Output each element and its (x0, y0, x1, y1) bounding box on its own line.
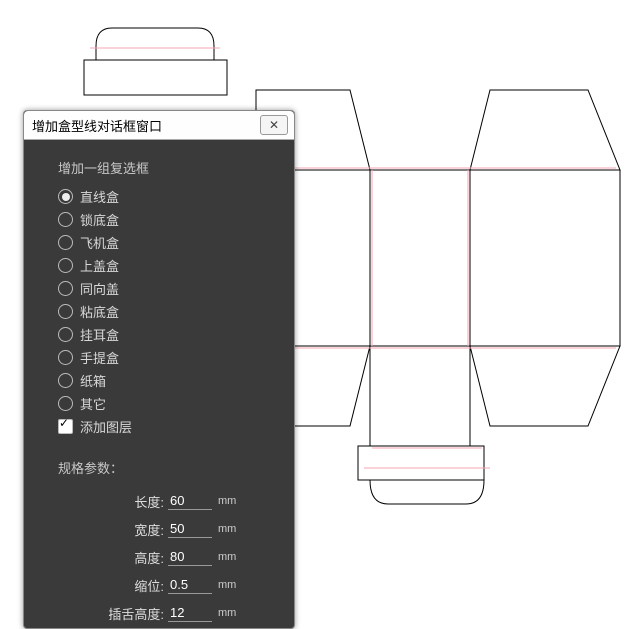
option-label: 飞机盒 (80, 233, 119, 252)
option-label: 锁底盒 (80, 210, 119, 229)
param-input[interactable] (168, 492, 212, 510)
param-row: 宽度: mm (58, 515, 276, 543)
param-input[interactable] (168, 604, 212, 622)
options-list: 直线盒锁底盒飞机盒上盖盒同向盖粘底盒挂耳盒手提盒纸箱其它添加图层 (58, 185, 276, 438)
param-unit: mm (218, 551, 236, 563)
option-label: 直线盒 (80, 187, 119, 206)
close-button[interactable]: ✕ (260, 115, 288, 135)
param-row: 插舌高度: mm (58, 599, 276, 627)
param-label: 长度: (134, 492, 164, 511)
param-input[interactable] (168, 548, 212, 566)
dialog-body: 增加一组复选框 直线盒锁底盒飞机盒上盖盒同向盖粘底盒挂耳盒手提盒纸箱其它添加图层… (24, 140, 294, 628)
param-row: 高度: mm (58, 543, 276, 571)
dialog-title: 增加盒型线对话框窗口 (32, 116, 162, 135)
option-radio[interactable]: 挂耳盒 (58, 323, 276, 346)
radio-icon (58, 304, 73, 319)
radio-icon (58, 350, 73, 365)
param-label: 缩位: (134, 576, 164, 595)
radio-icon (58, 327, 73, 342)
radio-icon (58, 373, 73, 388)
option-radio[interactable]: 同向盖 (58, 277, 276, 300)
close-icon: ✕ (269, 118, 279, 132)
param-label: 宽度: (134, 520, 164, 539)
dialog-titlebar[interactable]: 增加盒型线对话框窗口 ✕ (24, 111, 294, 140)
radio-icon (58, 258, 73, 273)
add-box-dialog: 增加盒型线对话框窗口 ✕ 增加一组复选框 直线盒锁底盒飞机盒上盖盒同向盖粘底盒挂… (23, 110, 295, 629)
option-radio[interactable]: 锁底盒 (58, 208, 276, 231)
option-radio[interactable]: 纸箱 (58, 369, 276, 392)
option-label: 添加图层 (80, 417, 132, 436)
option-checkbox[interactable]: 添加图层 (58, 415, 276, 438)
param-unit: mm (218, 523, 236, 535)
params-title: 规格参数： (58, 458, 276, 477)
option-radio[interactable]: 粘底盒 (58, 300, 276, 323)
radio-icon (58, 212, 73, 227)
param-row: 长度: mm (58, 487, 276, 515)
option-label: 同向盖 (80, 279, 119, 298)
radio-icon (58, 281, 73, 296)
param-unit: mm (218, 495, 236, 507)
radio-icon (58, 189, 73, 204)
group-title: 增加一组复选框 (58, 158, 276, 177)
option-label: 挂耳盒 (80, 325, 119, 344)
option-radio[interactable]: 上盖盒 (58, 254, 276, 277)
radio-icon (58, 396, 73, 411)
param-input[interactable] (168, 576, 212, 594)
param-row: 粘口宽度:mm (58, 627, 276, 628)
param-unit: mm (218, 579, 236, 591)
option-label: 上盖盒 (80, 256, 119, 275)
option-radio[interactable]: 其它 (58, 392, 276, 415)
param-row: 缩位: mm (58, 571, 276, 599)
option-label: 粘底盒 (80, 302, 119, 321)
param-input[interactable] (168, 520, 212, 538)
option-radio[interactable]: 直线盒 (58, 185, 276, 208)
param-unit: mm (218, 607, 236, 619)
option-label: 纸箱 (80, 371, 106, 390)
checkbox-icon (58, 419, 73, 434)
radio-icon (58, 235, 73, 250)
option-label: 其它 (80, 394, 106, 413)
param-label: 高度: (134, 548, 164, 567)
option-radio[interactable]: 手提盒 (58, 346, 276, 369)
option-label: 手提盒 (80, 348, 119, 367)
param-label: 插舌高度: (108, 604, 164, 623)
option-radio[interactable]: 飞机盒 (58, 231, 276, 254)
params-list: 长度: mm 宽度: mm 高度: mm 缩位: mm 插舌高度: mm 粘口宽度:mm (58, 487, 276, 628)
